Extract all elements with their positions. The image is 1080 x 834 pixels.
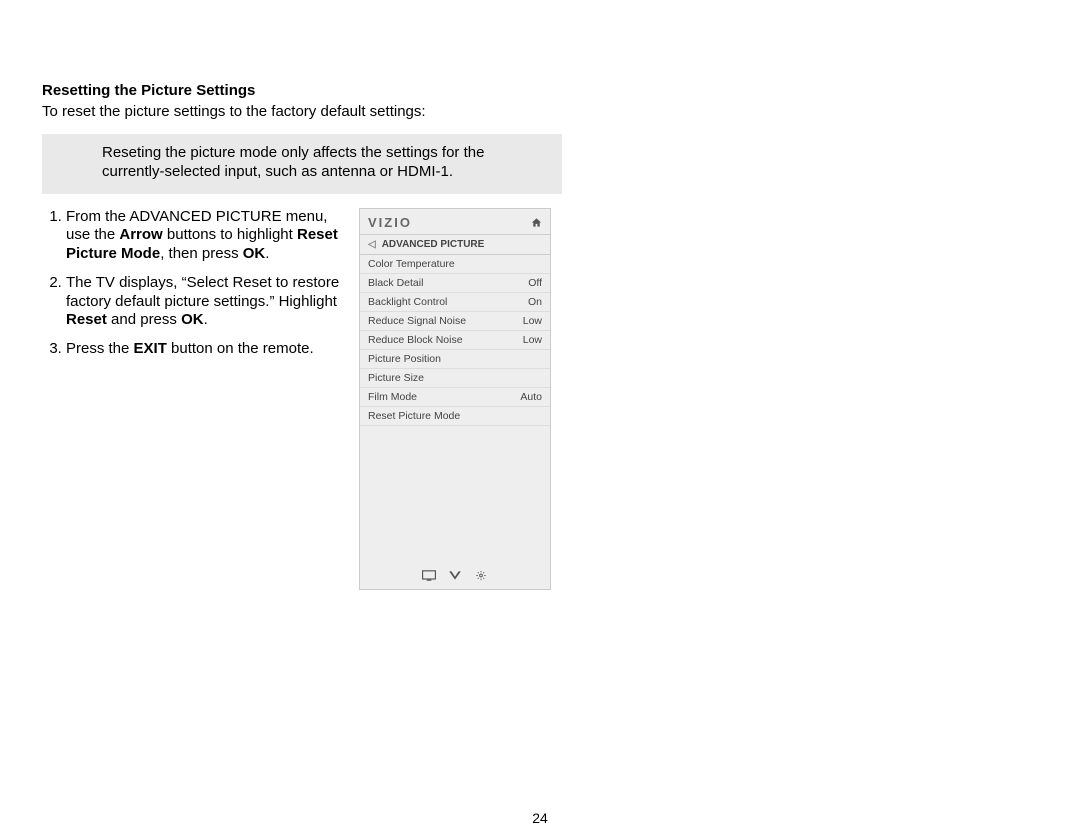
intro-text: To reset the picture settings to the fac… bbox=[42, 103, 562, 120]
menu-row: Picture Position bbox=[360, 350, 550, 369]
tv-footer bbox=[360, 564, 550, 589]
menu-row: Backlight ControlOn bbox=[360, 293, 550, 312]
page-number: 24 bbox=[0, 810, 1080, 826]
menu-row: Reduce Block NoiseLow bbox=[360, 331, 550, 350]
steps-list: From the ADVANCED PICTURE menu, use the … bbox=[42, 208, 341, 369]
breadcrumb-label: ADVANCED PICTURE bbox=[382, 239, 485, 250]
home-icon bbox=[531, 217, 542, 228]
step-3: Press the EXIT button on the remote. bbox=[66, 340, 341, 359]
tv-icon bbox=[422, 570, 436, 581]
tv-menu-screenshot: VIZIO ◁ ADVANCED PICTURE Color Temperatu… bbox=[359, 208, 551, 590]
v-icon bbox=[448, 570, 462, 581]
menu-row: Black DetailOff bbox=[360, 274, 550, 293]
menu-row: Film ModeAuto bbox=[360, 388, 550, 407]
tv-menu-body: Color Temperature Black DetailOff Backli… bbox=[360, 255, 550, 426]
tv-header: VIZIO bbox=[360, 209, 550, 235]
section-heading: Resetting the Picture Settings bbox=[42, 82, 562, 99]
menu-row: Picture Size bbox=[360, 369, 550, 388]
brand-logo: VIZIO bbox=[368, 215, 412, 230]
menu-row: Reset Picture Mode bbox=[360, 407, 550, 426]
menu-row: Color Temperature bbox=[360, 255, 550, 274]
gear-icon bbox=[474, 570, 488, 581]
step-2: The TV displays, “Select Reset to restor… bbox=[66, 274, 341, 330]
menu-row: Reduce Signal NoiseLow bbox=[360, 312, 550, 331]
tv-breadcrumb: ◁ ADVANCED PICTURE bbox=[360, 235, 550, 255]
back-arrow-icon: ◁ bbox=[368, 239, 376, 250]
note-box: Reseting the picture mode only affects t… bbox=[42, 134, 562, 194]
step-1: From the ADVANCED PICTURE menu, use the … bbox=[66, 208, 341, 264]
